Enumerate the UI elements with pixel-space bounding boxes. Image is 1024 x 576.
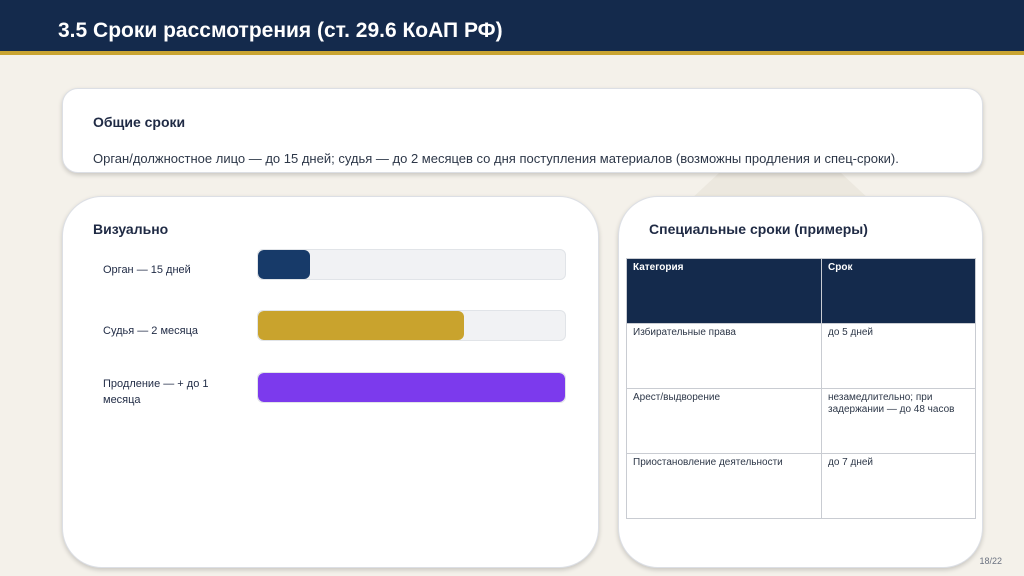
table-row: Арест/выдворение незамедлительно; при за… <box>626 388 976 454</box>
bar-label-organ: Орган — 15 дней <box>103 264 191 276</box>
bar-track-extension <box>257 372 566 403</box>
title-bar: 3.5 Сроки рассмотрения (ст. 29.6 КоАП РФ… <box>0 0 1024 55</box>
general-terms-card: Общие сроки Орган/должностное лицо — до … <box>62 88 983 173</box>
table-cell: Избирательные права <box>626 323 822 389</box>
title-accent-line <box>0 51 1024 55</box>
visual-card: Визуально Орган — 15 дней Судья — 2 меся… <box>62 196 599 568</box>
bar-fill-extension <box>258 373 565 402</box>
column-header-term: Срок <box>821 258 976 324</box>
bar-label-judge: Судья — 2 месяца <box>103 325 199 337</box>
general-terms-text: Орган/должностное лицо — до 15 дней; суд… <box>93 151 899 166</box>
table-header-row: Категория Срок <box>626 258 976 324</box>
table-cell: незамедлительно; при задержании — до 48 … <box>821 388 976 454</box>
bar-track-judge <box>257 310 566 341</box>
bar-fill-judge <box>258 311 464 340</box>
general-terms-heading: Общие сроки <box>93 114 186 130</box>
table-cell: до 5 дней <box>821 323 976 389</box>
table-cell: Арест/выдворение <box>626 388 822 454</box>
bar-fill-organ <box>258 250 311 279</box>
bar-track-organ <box>257 249 566 280</box>
special-terms-table: Категория Срок Избирательные права до 5 … <box>626 258 976 519</box>
table-cell: до 7 дней <box>821 453 976 519</box>
table-row: Избирательные права до 5 дней <box>626 323 976 389</box>
table-row: Приостановление деятельности до 7 дней <box>626 453 976 519</box>
slide-title: 3.5 Сроки рассмотрения (ст. 29.6 КоАП РФ… <box>58 19 503 42</box>
bar-label-extension: Продление — + до 1 месяца <box>103 378 209 406</box>
column-header-category: Категория <box>626 258 822 324</box>
visual-heading: Визуально <box>93 221 169 237</box>
special-terms-card: Специальные сроки (примеры) Категория Ср… <box>618 196 983 568</box>
page-number: 18/22 <box>979 556 1002 566</box>
special-terms-heading: Специальные сроки (примеры) <box>649 221 868 237</box>
table-cell: Приостановление деятельности <box>626 453 822 519</box>
